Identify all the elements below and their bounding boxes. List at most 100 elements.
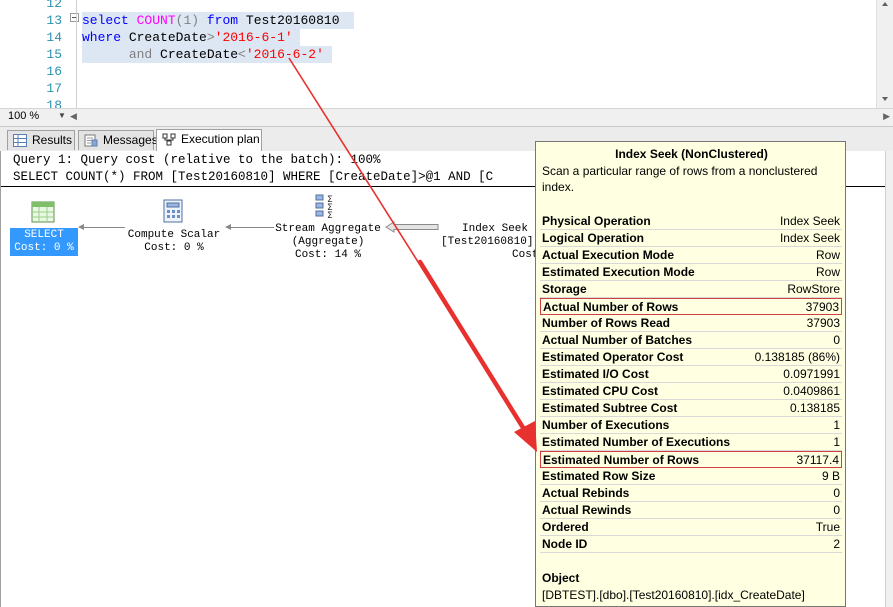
property-row: Storage RowStore [540,281,842,298]
keyword-where: where [82,30,122,45]
code-line-14[interactable]: where CreateDate>'2016-6-1' [82,29,300,46]
line-number-gutter: 12 13 14 15 16 17 18 [0,0,64,108]
property-row: Estimated Execution Mode Row [540,264,842,281]
compute-scalar-label[interactable]: Compute Scalar Cost: 0 % [125,229,223,255]
property-name: Actual Number of Rows [543,300,679,314]
plan-vertical-scrollbar[interactable] [885,151,893,607]
scroll-arrows-icon [882,2,888,101]
editor-vertical-scrollbar[interactable] [876,0,893,108]
function-count: COUNT [136,13,176,28]
property-name: Logical Operation [542,231,645,245]
operator-cost: Cost [512,249,539,261]
property-value: 0 [833,503,840,517]
sql-editor[interactable]: 12 13 14 15 16 17 18 select COUNT(1) fro… [0,0,893,108]
property-row: Actual Number of Batches 0 [540,332,842,349]
property-name: Estimated Execution Mode [542,265,695,279]
property-value: 37117.4 [796,453,840,467]
editor-status-bar: 100 % ▼ ◀ ▶ [0,108,893,127]
message-icon [84,134,98,147]
count-argument: (1) [175,13,200,28]
operator-cost: Cost: 14 % [294,249,361,261]
property-value: Row [815,265,840,279]
plan-link [230,227,274,228]
plan-arrow-thick-icon [385,221,439,233]
operator-gt: > [206,30,215,45]
property-name: Estimated CPU Cost [542,384,659,398]
property-row: Estimated CPU Cost 0.0409861 [540,383,842,400]
operator-subtitle: (Aggregate) [291,236,365,248]
property-value: Index Seek [779,231,840,245]
plan-link [83,227,125,228]
zoom-level[interactable]: 100 % [8,110,39,122]
operator-name: SELECT [24,229,64,241]
select-operator-label[interactable]: SELECT Cost: 0 % [10,228,78,256]
stream-aggregate-label[interactable]: Stream Aggregate (Aggregate) Cost: 14 % [273,223,383,262]
property-row: Actual Execution Mode Row [540,247,842,264]
property-name: Actual Rebinds [542,486,630,500]
property-row: Estimated Subtree Cost 0.138185 [540,400,842,417]
property-value: 0 [833,333,840,347]
line-number: 13 [46,13,62,28]
operator-name: Stream Aggregate [275,223,381,235]
property-name: Number of Executions [542,418,670,432]
query-text: SELECT COUNT(*) FROM [Test20160810] WHER… [13,170,494,184]
tab-execution-plan[interactable]: Execution plan [156,129,262,151]
keyword-and: and [128,47,153,62]
grid-icon [13,134,27,147]
line-number: 16 [46,64,62,79]
tab-results[interactable]: Results [7,130,75,150]
index-seek-label[interactable]: Index Seek [Test20160810] Cost [441,223,541,262]
code-line-15[interactable]: and CreateDate<'2016-6-2' [82,46,332,63]
property-name: Actual Number of Batches [542,333,693,347]
property-name: Estimated Operator Cost [542,350,684,364]
line-number: 18 [46,98,62,108]
property-row: Logical Operation Index Seek [540,230,842,247]
property-row-actual-rows-highlighted: Actual Number of Rows 37903 [540,298,842,315]
property-value: Row [815,248,840,262]
query-cost-header: Query 1: Query cost (relative to the bat… [13,153,381,167]
line-number: 12 [46,0,62,11]
tooltip-title: Index Seek (NonClustered) [615,147,768,161]
property-row: Estimated Number of Executions 1 [540,434,842,451]
property-value: 0 [833,486,840,500]
object-value: [DBTEST].[dbo].[Test20160810].[idx_Creat… [542,588,805,602]
keyword-select: select [82,13,129,28]
property-name: Estimated I/O Cost [542,367,649,381]
svg-text:Σ: Σ [327,211,333,219]
scroll-right-icon[interactable]: ▶ [883,111,890,122]
scroll-left-icon[interactable]: ◀ [70,111,77,122]
property-value: 1 [833,418,840,432]
operator-name: Compute Scalar [127,229,221,241]
property-value: 0.0971991 [783,367,840,381]
property-name: Estimated Number of Executions [542,435,731,449]
collapse-toggle-icon[interactable] [70,13,79,22]
property-value: 1 [833,435,840,449]
property-name: Node ID [542,537,588,551]
property-name: Actual Rewinds [542,503,632,517]
select-operator-icon[interactable] [31,201,55,223]
property-name: Estimated Row Size [542,469,656,483]
property-name: Actual Execution Mode [542,248,675,262]
property-row: Actual Rewinds 0 [540,502,842,519]
column-name: CreateDate [160,47,239,62]
compute-scalar-icon[interactable] [161,199,187,223]
property-row: Ordered True [540,519,842,536]
property-row-estimated-rows-highlighted: Estimated Number of Rows 37117.4 [540,451,842,468]
line-number: 15 [46,47,62,62]
property-value: True [815,520,840,534]
property-row: Actual Rebinds 0 [540,485,842,502]
code-line-13[interactable]: select COUNT(1) from Test20160810 [82,12,354,29]
property-value: 0.138185 [789,401,840,415]
string-literal: '2016-6-2' [245,47,324,62]
operator-cost: Cost: 0 % [144,242,204,254]
string-literal: '2016-6-1' [214,30,293,45]
property-value: 9 B [821,469,840,483]
stream-aggregate-icon[interactable]: Σ Σ Σ [315,193,339,219]
property-value: RowStore [787,282,840,296]
chevron-down-icon[interactable]: ▼ [58,111,66,120]
object-label: Object [542,571,580,585]
property-value: 2 [833,537,840,551]
property-row: Number of Rows Read 37903 [540,315,842,332]
tab-messages[interactable]: Messages [78,130,158,150]
property-value: 0.138185 (86%) [754,350,840,364]
